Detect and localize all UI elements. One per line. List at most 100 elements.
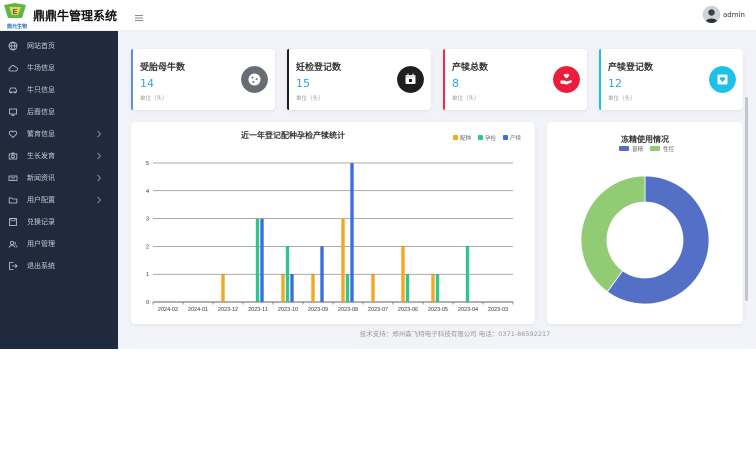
menu-toggle-button[interactable]	[133, 9, 145, 21]
pie-chart: 冻精使用情况普精 性控	[580, 134, 710, 305]
logout-icon	[9, 262, 18, 270]
sidebar-item-label: 繁育信息	[27, 130, 55, 138]
sidebar-item-1[interactable]: 牛场信息	[0, 58, 118, 78]
y-tick-label: 4	[146, 189, 149, 195]
bar-产犊[interactable]	[350, 163, 354, 302]
bar-孕检[interactable]	[465, 246, 470, 302]
sidebar-item-2[interactable]: 牛只信息	[0, 80, 118, 100]
bar-产犊[interactable]	[320, 246, 324, 302]
logo-mark-icon: E	[4, 3, 26, 18]
car-icon	[9, 87, 17, 94]
bar-配种[interactable]	[371, 274, 375, 302]
sidebar-item-5[interactable]: 生长发育	[0, 146, 118, 166]
bar-孕检[interactable]	[285, 246, 290, 302]
cookie-icon	[241, 66, 268, 93]
monitor-icon	[9, 108, 17, 116]
card-title: 产犊登记数	[608, 63, 654, 73]
card-value: 8	[452, 77, 459, 90]
scrollbar[interactable]	[745, 97, 748, 301]
bar-配种[interactable]	[221, 274, 225, 302]
pie-slice-性控[interactable]	[580, 175, 646, 293]
card-unit: 单位（头）	[608, 96, 636, 102]
heart-box-icon	[709, 66, 736, 93]
app-root: E 鼎元生物 鼎鼎牛管理系统 admin 网站首页牛场信息牛只信息后裔信息繁育信…	[0, 0, 756, 453]
avatar[interactable]	[703, 6, 720, 23]
footer-text: 技术支持：郑州森飞特电子科技有限公司 电话：0371-86592217	[359, 330, 551, 338]
legend-label[interactable]: 性控	[663, 145, 675, 153]
legend-swatch[interactable]	[478, 135, 483, 140]
top-header: E 鼎元生物 鼎鼎牛管理系统 admin	[0, 0, 756, 31]
bar-产犊[interactable]	[290, 274, 294, 302]
card-title: 受胎母牛数	[140, 63, 186, 73]
chevron-right-icon	[97, 196, 102, 204]
card-accent-bar	[599, 49, 601, 110]
card-value: 15	[296, 77, 310, 90]
legend-label[interactable]: 普精	[632, 145, 644, 153]
bar-配种[interactable]	[341, 218, 345, 302]
sidebar-item-10[interactable]: 退出系统	[0, 256, 118, 276]
card-title: 产犊总数	[452, 63, 489, 73]
card-unit: 单位（头）	[140, 96, 168, 102]
chevron-right-icon	[97, 130, 102, 138]
pie-chart-panel: 冻精使用情况 普精 性控	[547, 122, 743, 324]
bar-孕检[interactable]	[345, 274, 350, 302]
legend-swatch[interactable]	[650, 146, 660, 151]
y-tick-label: 1	[146, 272, 149, 278]
stat-card-2: 产犊总数 8 单位（头）	[443, 49, 587, 110]
bar-产犊[interactable]	[260, 218, 264, 302]
legend-label[interactable]: 孕检	[485, 134, 497, 142]
card-accent-bar	[131, 49, 133, 110]
sidebar-item-label: 牛只信息	[27, 86, 55, 94]
card-accent-bar	[443, 49, 445, 110]
x-tick-label: 2023-09	[308, 307, 328, 313]
chevron-right-icon	[97, 174, 102, 182]
bar-孕检[interactable]	[405, 274, 410, 302]
bar-chart-title: 近一年登记配种孕检产犊统计	[241, 130, 345, 140]
sidebar-item-label: 用户配置	[27, 196, 55, 204]
globe-icon	[8, 41, 18, 51]
sidebar-item-6[interactable]: 新闻资讯	[0, 168, 118, 188]
x-tick-label: 2023-12	[218, 307, 238, 313]
sidebar-item-9[interactable]: 用户管理	[0, 234, 118, 254]
save-icon	[9, 218, 17, 226]
x-tick-label: 2023-04	[458, 307, 478, 313]
logo: E 鼎元生物	[2, 2, 28, 30]
legend-swatch[interactable]	[619, 146, 629, 151]
username[interactable]: admin	[723, 11, 745, 19]
sidebar-item-label: 用户管理	[27, 240, 55, 248]
sidebar-item-label: 兑换记录	[27, 218, 55, 226]
sidebar-item-label: 新闻资讯	[27, 174, 55, 182]
sidebar-item-4[interactable]: 繁育信息	[0, 124, 118, 144]
bar-配种[interactable]	[281, 274, 285, 302]
sidebar-item-label: 生长发育	[27, 152, 55, 160]
legend-label[interactable]: 产犊	[510, 134, 522, 142]
legend-swatch[interactable]	[503, 135, 508, 140]
bar-孕检[interactable]	[435, 274, 440, 302]
page-blank-area	[0, 349, 756, 453]
sidebar-item-8[interactable]: 兑换记录	[0, 212, 118, 232]
bar-配种[interactable]	[311, 274, 315, 302]
sidebar-item-0[interactable]: 网站首页	[0, 36, 118, 56]
hand-heart-icon	[553, 66, 580, 93]
bar-配种[interactable]	[401, 246, 405, 302]
y-tick-label: 2	[146, 244, 149, 250]
sidebar-item-3[interactable]: 后裔信息	[0, 102, 118, 122]
legend-swatch[interactable]	[453, 135, 458, 140]
x-tick-label: 2024-01	[188, 307, 208, 313]
x-tick-label: 2023-06	[398, 307, 418, 313]
x-tick-label: 2024-02	[158, 307, 178, 313]
x-tick-label: 2023-10	[278, 307, 298, 313]
camera-icon	[8, 152, 18, 160]
sidebar-item-label: 网站首页	[27, 42, 55, 50]
bar-配种[interactable]	[431, 274, 435, 302]
y-tick-label: 3	[146, 217, 149, 223]
card-accent-bar	[287, 49, 289, 110]
bar-孕检[interactable]	[255, 218, 260, 302]
pie-chart-title: 冻精使用情况	[621, 134, 669, 144]
y-tick-label: 0	[146, 300, 149, 306]
x-tick-label: 2023-08	[338, 307, 358, 313]
sidebar-item-7[interactable]: 用户配置	[0, 190, 118, 210]
bar-chart: 近一年登记配种孕检产犊统计 配种 孕检 产犊 0 1 2 3 4 5 2024-02 2024-01 2…	[146, 130, 522, 313]
user-avatar-icon	[703, 6, 720, 23]
legend-label[interactable]: 配种	[460, 134, 472, 142]
